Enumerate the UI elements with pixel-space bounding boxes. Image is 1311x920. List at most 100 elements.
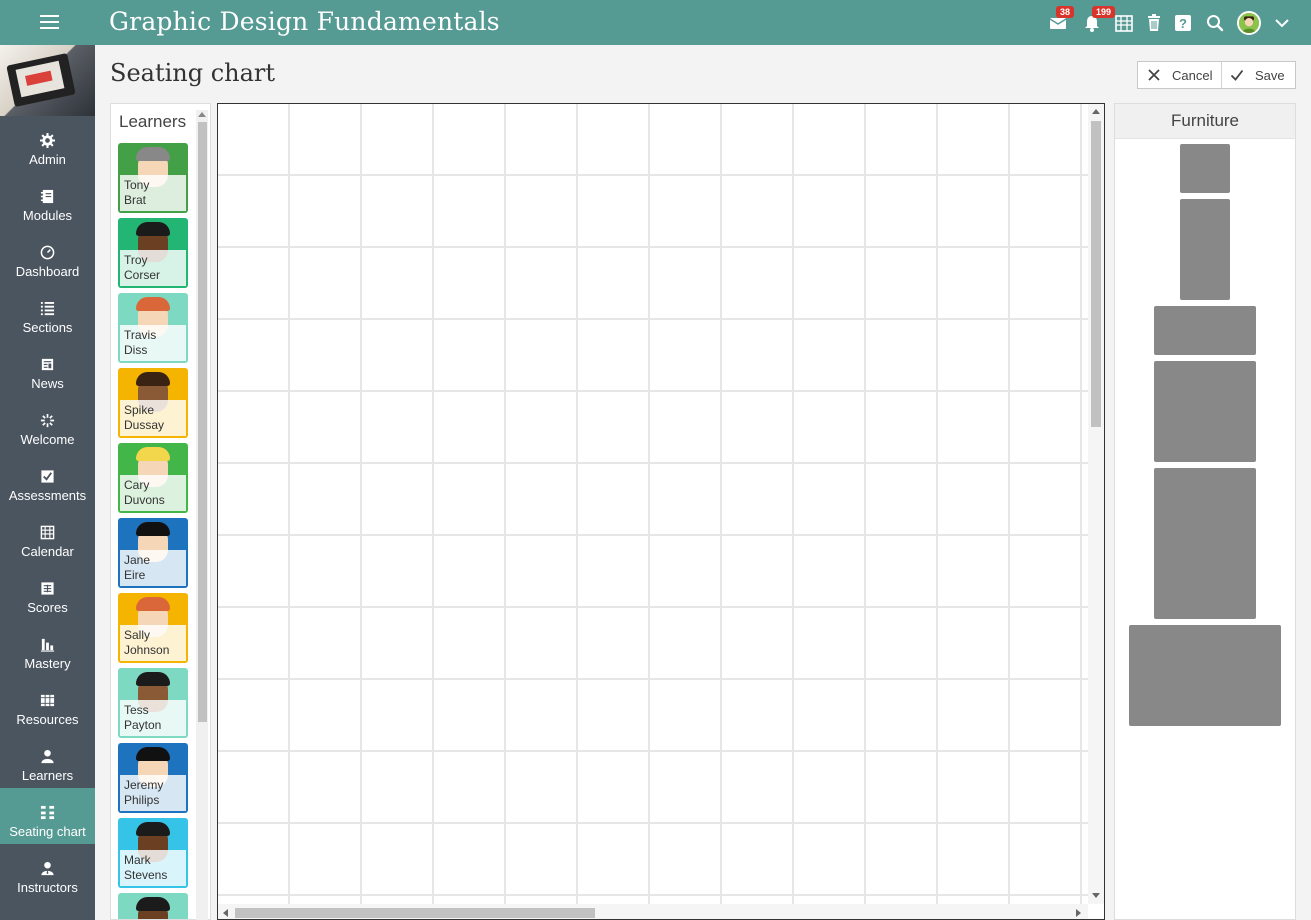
furniture-small-square[interactable] — [1180, 144, 1230, 193]
sidebar-item-assessments[interactable]: Assessments — [0, 452, 95, 508]
learner-nameplate: Sally Johnson — [120, 625, 186, 661]
furniture-tall-narrow[interactable] — [1180, 199, 1230, 300]
close-icon — [1148, 69, 1160, 81]
list-icon — [40, 301, 55, 316]
furniture-title: Furniture — [1115, 104, 1295, 139]
learner-card[interactable]: Troy Corser — [118, 218, 188, 288]
sidebar-item-label: Sections — [22, 320, 73, 335]
instructor-icon — [40, 861, 55, 876]
search-icon[interactable] — [1205, 13, 1225, 33]
furniture-wide-short[interactable] — [1154, 306, 1256, 355]
sidebar-item-seating-chart[interactable]: Seating chart — [0, 788, 95, 844]
sidebar-item-label: Calendar — [21, 544, 74, 559]
learner-first-name: Cary — [124, 478, 150, 492]
help-icon[interactable]: ? — [1173, 13, 1193, 33]
learner-card[interactable]: Jane Eire — [118, 518, 188, 588]
scrollbar-thumb[interactable] — [1091, 121, 1101, 427]
sidebar-item-label: Learners — [21, 768, 74, 783]
action-buttons: Cancel Save — [1137, 61, 1296, 89]
scroll-up-arrow[interactable] — [198, 112, 206, 117]
learner-last-name: Corser — [124, 268, 161, 282]
learner-card[interactable]: Tony Brat — [118, 143, 188, 213]
sidebar-item-label: Dashboard — [15, 264, 80, 279]
top-bar: Graphic Design Fundamentals 38 199 ? — [0, 0, 1311, 45]
mail-icon[interactable]: 38 — [1048, 6, 1075, 33]
learner-card[interactable]: Mark Stevens — [118, 818, 188, 888]
sidebar-item-modules[interactable]: Modules — [0, 172, 95, 228]
sidebar-item-label: Admin — [29, 152, 66, 167]
scroll-right-arrow[interactable] — [1076, 909, 1081, 917]
learner-card[interactable] — [118, 893, 188, 919]
scroll-down-arrow[interactable] — [1092, 893, 1100, 898]
learner-card[interactable]: Spike Dussay — [118, 368, 188, 438]
seating-grid[interactable] — [217, 103, 1105, 920]
trash-icon[interactable] — [1144, 13, 1164, 33]
sidebar-item-label: Assessments — [8, 488, 87, 503]
scroll-up-arrow[interactable] — [1092, 109, 1100, 114]
sidebar-item-dashboard[interactable]: Dashboard — [0, 228, 95, 284]
horizontal-scrollbar[interactable] — [218, 904, 1088, 919]
cancel-label: Cancel — [1172, 67, 1213, 83]
learner-avatar-hair — [136, 897, 170, 911]
learner-last-name: Brat — [124, 193, 147, 207]
sidebar-item-learners[interactable]: Learners — [0, 732, 95, 788]
learner-nameplate: Spike Dussay — [120, 400, 186, 436]
learner-avatar-hair — [136, 597, 170, 611]
learner-nameplate: Cary Duvons — [120, 475, 186, 511]
vertical-scrollbar[interactable] — [1088, 104, 1104, 904]
furniture-large-tall[interactable] — [1154, 468, 1256, 619]
save-button[interactable]: Save — [1222, 62, 1295, 88]
user-avatar[interactable] — [1237, 11, 1261, 35]
sidebar-item-label: Mastery — [24, 656, 71, 671]
sidebar-item-label: Seating chart — [9, 824, 86, 839]
learner-last-name: Diss — [124, 343, 148, 357]
scrollbar-thumb[interactable] — [235, 908, 595, 918]
bell-icon[interactable]: 199 — [1082, 6, 1116, 33]
learner-last-name: Johnson — [124, 643, 170, 657]
menu-icon[interactable] — [40, 15, 59, 29]
svg-text:?: ? — [1179, 16, 1187, 31]
furniture-extra-wide[interactable] — [1129, 625, 1281, 726]
learner-avatar-hair — [136, 747, 170, 761]
grid-lines — [218, 104, 1088, 904]
learner-card[interactable]: Travis Diss — [118, 293, 188, 363]
sidebar-item-mastery[interactable]: Mastery — [0, 620, 95, 676]
furniture-panel: Furniture — [1114, 103, 1296, 920]
learner-card[interactable]: Cary Duvons — [118, 443, 188, 513]
notification-badge: 199 — [1092, 6, 1116, 18]
learners-scrollbar[interactable] — [196, 110, 208, 920]
learner-card[interactable]: Tess Payton — [118, 668, 188, 738]
course-thumbnail[interactable] — [0, 45, 95, 116]
learner-nameplate: Tess Payton — [120, 700, 186, 736]
furniture-large-square[interactable] — [1154, 361, 1256, 462]
learner-avatar-hair — [136, 297, 170, 311]
scrollbar-thumb[interactable] — [198, 122, 207, 722]
sidebar-item-admin[interactable]: Admin — [0, 116, 95, 172]
sidebar-item-calendar[interactable]: Calendar — [0, 508, 95, 564]
learner-first-name: Mark — [124, 853, 151, 867]
learner-avatar-hair — [136, 372, 170, 386]
sidebar-item-label: Modules — [22, 208, 73, 223]
learner-avatar-hair — [136, 822, 170, 836]
sidebar-item-resources[interactable]: Resources — [0, 676, 95, 732]
learner-nameplate: Travis Diss — [120, 325, 186, 361]
sidebar-item-scores[interactable]: Scores — [0, 564, 95, 620]
learner-avatar-hair — [136, 522, 170, 536]
cancel-button[interactable]: Cancel — [1138, 62, 1222, 88]
calendar-grid-icon[interactable] — [1114, 13, 1134, 33]
learner-first-name: Spike — [124, 403, 155, 417]
chevron-down-icon[interactable] — [1272, 13, 1292, 33]
sidebar: Admin Modules Dashboard Sections News We… — [0, 45, 95, 920]
sidebar-item-sections[interactable]: Sections — [0, 284, 95, 340]
scroll-left-arrow[interactable] — [223, 909, 228, 917]
learner-last-name: Eire — [124, 568, 146, 582]
sidebar-item-welcome[interactable]: Welcome — [0, 396, 95, 452]
sidebar-item-instructors[interactable]: Instructors — [0, 844, 95, 900]
sidebar-item-news[interactable]: News — [0, 340, 95, 396]
gear-icon — [40, 133, 55, 148]
learner-last-name: Duvons — [124, 493, 165, 507]
learner-card[interactable]: Jeremy Philips — [118, 743, 188, 813]
learner-avatar-hair — [136, 147, 170, 161]
learner-card[interactable]: Sally Johnson — [118, 593, 188, 663]
learner-nameplate: Jeremy Philips — [120, 775, 186, 811]
